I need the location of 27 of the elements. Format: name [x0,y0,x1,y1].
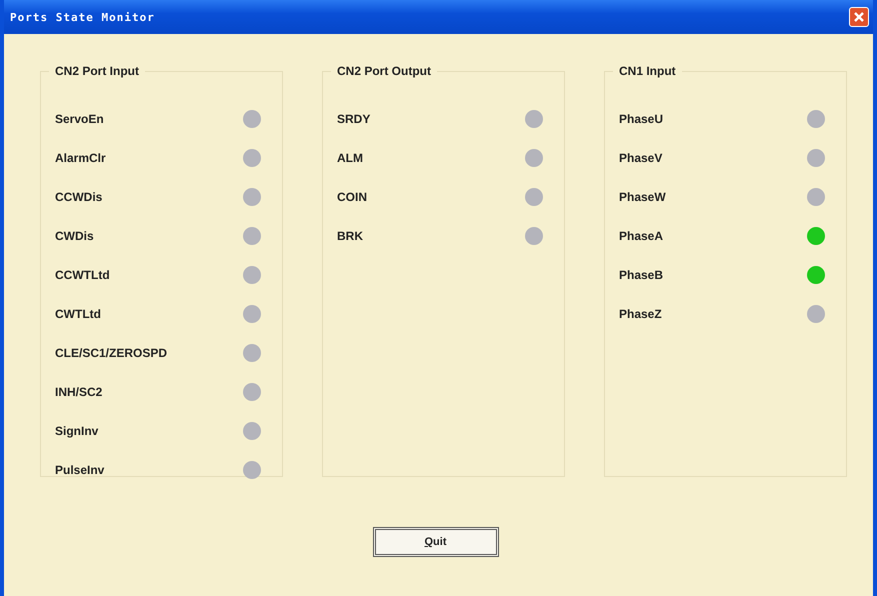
port-label: PhaseB [619,268,664,282]
port-label: CCWTLtd [55,268,110,282]
port-label: ALM [337,150,363,164]
close-icon [852,10,866,24]
port-label: BRK [337,228,363,242]
port-label: INH/SC2 [55,384,102,398]
group-title: CN2 Port Output [331,64,437,78]
group-title: CN2 Port Input [49,64,145,78]
window-title: Ports State Monitor [10,10,155,24]
close-button[interactable] [849,7,869,27]
port-label: CCWDis [55,190,102,204]
group-title: CN1 Input [613,64,682,78]
port-label: PhaseV [619,150,662,164]
port-label: PhaseZ [619,306,662,320]
port-label: PhaseW [619,190,666,204]
port-label: SignInv [55,424,98,438]
port-label: SRDY [337,112,370,126]
port-label: PhaseA [619,228,664,242]
port-label: CLE/SC1/ZEROSPD [55,346,168,360]
port-label: COIN [337,190,367,204]
port-label: PulseInv [55,462,104,476]
port-label: AlarmClr [55,150,106,164]
port-label: ServoEn [55,112,104,126]
port-label: PhaseU [619,112,664,126]
port-label: CWTLtd [55,306,101,320]
port-label: CWDis [55,228,94,242]
quit-button[interactable]: Quit [372,527,498,557]
